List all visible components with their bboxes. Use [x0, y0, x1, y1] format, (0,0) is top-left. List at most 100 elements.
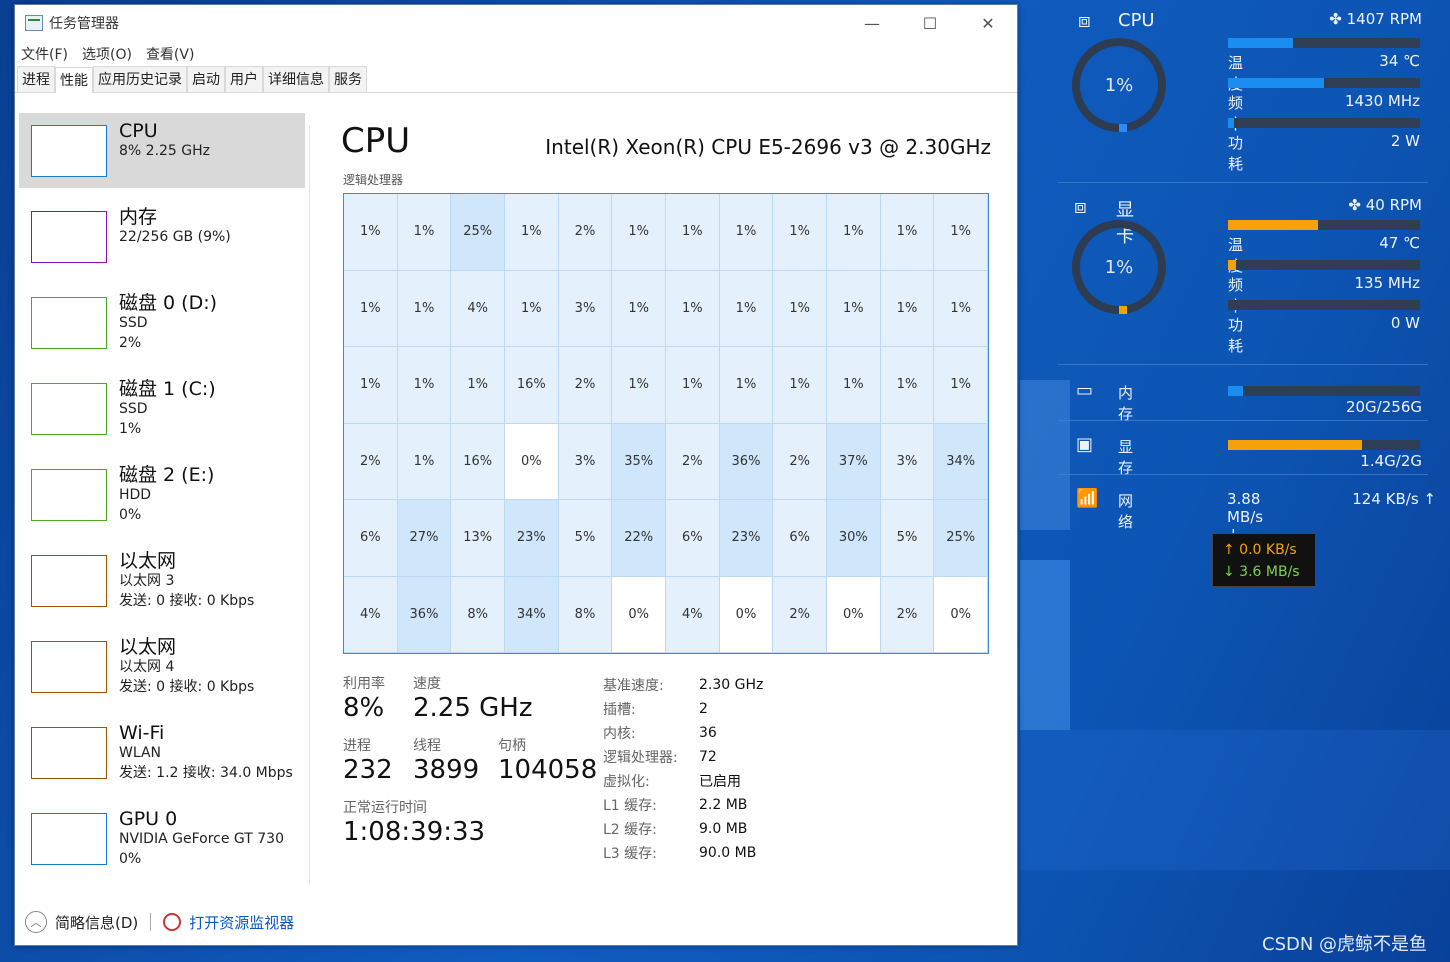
logical-processor-cell: 0%: [612, 576, 666, 653]
logical-processor-cell: 1%: [666, 194, 720, 271]
watermark: CSDN @虎鲸不是鱼: [1262, 934, 1428, 955]
spec-value: 2.30 GHz: [699, 677, 764, 693]
logical-processor-cell: 25%: [451, 194, 505, 271]
menu-view[interactable]: 查看(V): [146, 44, 195, 64]
menu-bar: 文件(F) 选项(O) 查看(V): [15, 41, 1017, 67]
spec-value: 36: [699, 725, 717, 741]
gpu-power-value: 0 W: [1390, 314, 1420, 332]
sidebar-mini-graph: [31, 211, 107, 263]
spec-row: L1 缓存: 2.2 MB: [603, 793, 763, 817]
sidebar-item-detail: 0%: [119, 851, 142, 867]
fewer-details-button[interactable]: 简略信息(D): [55, 912, 138, 933]
uptime-value: 1:08:39:33: [343, 817, 486, 847]
logical-processor-cell: 22%: [612, 500, 666, 577]
cpu-freq-value: 1430 MHz: [1344, 92, 1420, 110]
window-title: 任务管理器: [49, 16, 119, 32]
tab-details[interactable]: 详细信息: [263, 66, 329, 92]
chevron-up-icon[interactable]: ︿: [25, 911, 47, 933]
close-button[interactable]: ✕: [959, 5, 1017, 41]
logical-processor-cell: 1%: [827, 194, 881, 271]
cpu-fan-speed: ✤ 1407 RPM: [1329, 10, 1422, 28]
tab-processes[interactable]: 进程: [17, 66, 55, 92]
sidebar-item-name: 磁盘 0 (D:): [119, 292, 218, 314]
logical-processor-cell: 1%: [719, 347, 774, 424]
spec-key: 内核:: [603, 726, 636, 742]
sidebar-item[interactable]: 磁盘 1 (C:) SSD 1%: [19, 371, 305, 457]
task-manager-window: 任务管理器 — ☐ ✕ 文件(F) 选项(O) 查看(V) 进程 性能 应用历史…: [14, 4, 1018, 946]
maximize-button[interactable]: ☐: [901, 5, 959, 41]
logical-processor-cell: 0%: [505, 423, 559, 500]
logical-processor-cell: 3%: [880, 423, 935, 500]
tab-startup[interactable]: 启动: [187, 66, 225, 92]
gpu-freq-value: 135 MHz: [1354, 274, 1421, 292]
sidebar-item[interactable]: 磁盘 0 (D:) SSD 2%: [19, 285, 305, 371]
tab-services[interactable]: 服务: [329, 66, 367, 92]
logical-processor-cell: 2%: [880, 576, 935, 653]
tab-users[interactable]: 用户: [225, 66, 263, 92]
gadget-vram-label: 显 存: [1118, 438, 1134, 477]
logical-processor-cell: 23%: [719, 500, 774, 577]
sidebar-item[interactable]: 以太网 以太网 4 发送: 0 接收: 0 Kbps: [19, 629, 305, 715]
logical-processor-cell: 0%: [934, 576, 988, 653]
sidebar-item-sub: 22/256 GB (9%): [119, 229, 231, 245]
resource-monitor-icon: [163, 913, 182, 931]
gadget-vram-value: 1.4G/2G: [1360, 452, 1422, 470]
title-bar[interactable]: 任务管理器 — ☐ ✕: [15, 5, 1017, 41]
logical-processor-cell: 1%: [666, 347, 720, 424]
logical-processor-cell: 4%: [451, 270, 505, 347]
gpu-usage-ring: 1%: [1072, 220, 1166, 314]
spec-row: 基准速度: 2.30 GHz: [603, 673, 763, 697]
logical-processor-cell: 2%: [773, 423, 827, 500]
processes-label: 进程: [343, 738, 371, 754]
sidebar-item[interactable]: 磁盘 2 (E:) HDD 0%: [19, 457, 305, 543]
sidebar-item[interactable]: CPU 8% 2.25 GHz: [19, 113, 305, 188]
handles-label: 句柄: [498, 738, 526, 754]
page-title: CPU: [341, 121, 411, 161]
cpu-usage-ring: 1%: [1072, 38, 1166, 132]
sidebar-item-detail: 发送: 1.2 接收: 34.0 Mbps: [119, 765, 293, 781]
cpu-usage-percent: 1%: [1104, 74, 1134, 96]
spec-key: 插槽:: [603, 702, 636, 718]
gadget-mem-value: 20G/256G: [1345, 398, 1422, 416]
menu-file[interactable]: 文件(F): [21, 44, 68, 64]
speed-label: 速度: [413, 676, 441, 692]
logical-processor-cell: 1%: [773, 194, 827, 271]
tab-app-history[interactable]: 应用历史记录: [93, 66, 187, 92]
logical-processor-cell: 5%: [558, 500, 613, 577]
logical-processor-cell: 1%: [344, 270, 398, 347]
logical-processor-cell: 1%: [397, 423, 452, 500]
logical-processor-cell: 3%: [558, 423, 613, 500]
sidebar-item-detail: 0%: [119, 507, 142, 523]
sidebar-item[interactable]: 以太网 以太网 3 发送: 0 接收: 0 Kbps: [19, 543, 305, 629]
logical-processor-cell: 34%: [934, 423, 988, 500]
spec-value: 2: [699, 701, 708, 717]
logical-processor-cell: 1%: [505, 194, 559, 271]
sidebar-item[interactable]: Wi-Fi WLAN 发送: 1.2 接收: 34.0 Mbps: [19, 715, 305, 801]
spec-value: 90.0 MB: [699, 845, 757, 861]
handles-value: 104058: [498, 755, 598, 785]
spec-row: 逻辑处理器: 72: [603, 745, 763, 769]
gpu-temp-value: 47 ℃: [1379, 234, 1420, 252]
open-resource-monitor-link[interactable]: 打开资源监视器: [189, 912, 294, 933]
processes-value: 232: [343, 755, 393, 785]
logical-processor-cell: 2%: [666, 423, 720, 500]
sidebar-item[interactable]: GPU 0 NVIDIA GeForce GT 730 0%: [19, 801, 305, 887]
logical-processor-cell: 6%: [344, 500, 398, 577]
sidebar-item-sub: SSD: [119, 315, 148, 331]
sidebar-mini-graph: [31, 555, 107, 607]
logical-processor-cell: 1%: [827, 270, 881, 347]
spec-value: 9.0 MB: [699, 821, 748, 837]
logical-processor-cell: 1%: [827, 347, 881, 424]
sidebar-item-sub: 以太网 3: [119, 573, 175, 589]
logical-processor-cell: 35%: [612, 423, 666, 500]
wifi-icon: 📶: [1076, 488, 1099, 509]
menu-options[interactable]: 选项(O): [82, 44, 132, 64]
sidebar-item[interactable]: 内存 22/256 GB (9%): [19, 199, 305, 285]
tab-performance[interactable]: 性能: [55, 67, 93, 93]
logical-processor-cell: 1%: [719, 194, 774, 271]
minimize-button[interactable]: —: [843, 5, 901, 41]
logical-processor-cell: 1%: [880, 270, 935, 347]
sidebar-mini-graph: [31, 125, 107, 177]
footer: ︿ 简略信息(D) 打开资源监视器: [25, 911, 294, 933]
spec-key: 逻辑处理器:: [603, 750, 678, 766]
